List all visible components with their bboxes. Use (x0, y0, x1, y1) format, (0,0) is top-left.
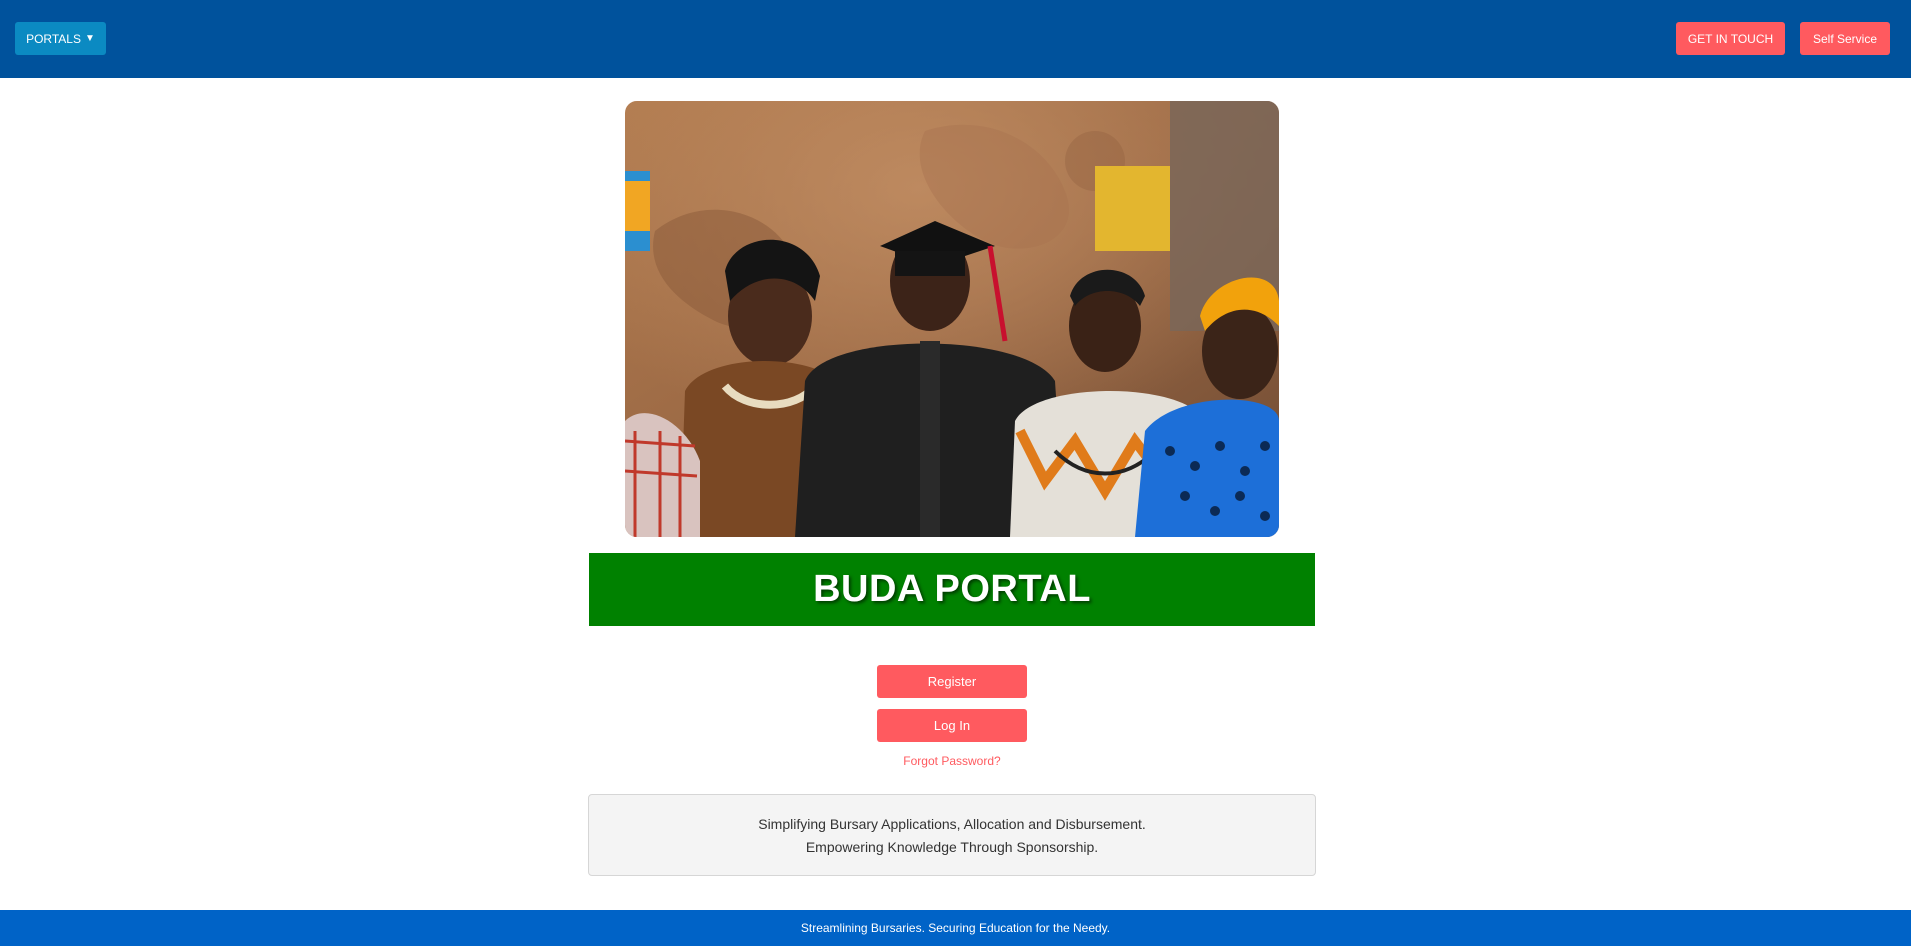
self-service-button[interactable]: Self Service (1800, 22, 1890, 55)
hero-image (625, 101, 1279, 537)
portal-title-banner: BUDA PORTAL (589, 553, 1315, 626)
get-in-touch-button[interactable]: GET IN TOUCH (1676, 22, 1785, 55)
top-navigation-bar: PORTALS ▼ GET IN TOUCH Self Service (0, 0, 1911, 78)
portals-label: PORTALS (26, 31, 81, 46)
portal-title: BUDA PORTAL (813, 568, 1091, 610)
footer-bar: Streamlining Bursaries. Securing Educati… (0, 910, 1911, 946)
login-button[interactable]: Log In (877, 709, 1027, 742)
caret-down-icon: ▼ (85, 33, 95, 44)
tagline-line-2: Empowering Knowledge Through Sponsorship… (805, 838, 1099, 855)
register-button[interactable]: Register (877, 665, 1027, 698)
footer-text: Streamlining Bursaries. Securing Educati… (800, 921, 1111, 935)
graduation-photo (625, 101, 1279, 537)
portals-dropdown-button[interactable]: PORTALS ▼ (15, 22, 106, 55)
tagline-box: Simplifying Bursary Applications, Alloca… (588, 794, 1316, 876)
forgot-password-link[interactable]: Forgot Password? (852, 754, 1052, 768)
tagline-line-1: Simplifying Bursary Applications, Alloca… (758, 815, 1146, 832)
